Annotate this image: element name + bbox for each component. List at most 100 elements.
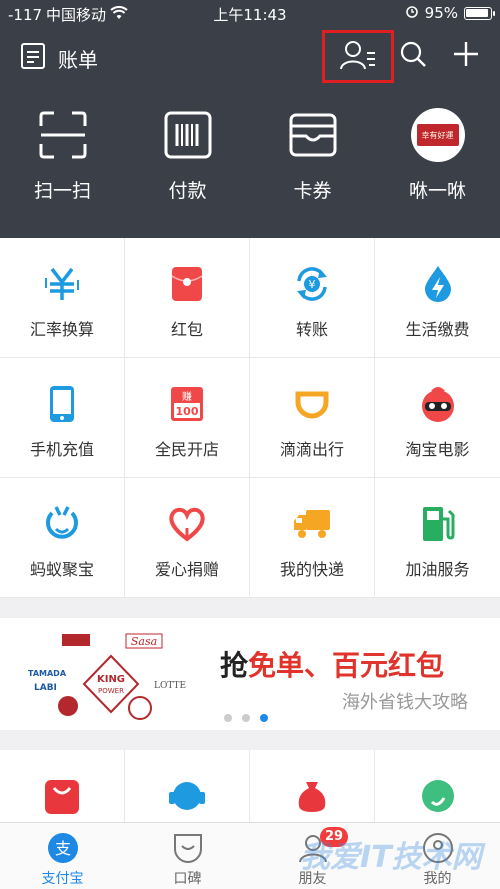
heart-icon — [167, 504, 207, 544]
quick-pay[interactable]: 付款 — [125, 108, 250, 203]
quick-cards-label: 卡券 — [293, 180, 332, 202]
grid-item-exchange[interactable]: 汇率换算 — [0, 238, 125, 358]
bill-label: 账单 — [58, 47, 98, 72]
didi-icon — [292, 384, 332, 424]
quick-pay-label: 付款 — [168, 180, 207, 202]
utility-drop-icon — [418, 264, 458, 304]
shop-100-icon: 赚 100 — [167, 384, 207, 424]
quick-scan-label: 扫一扫 — [33, 180, 91, 202]
grid-label: 爱心捐赠 — [154, 560, 219, 579]
grid-item-taobao-movie[interactable]: 淘宝电影 — [375, 358, 500, 478]
truck-icon — [292, 504, 332, 544]
contacts-button[interactable] — [322, 30, 394, 83]
grid-item-phone-topup[interactable]: 手机充值 — [0, 358, 125, 478]
battery-percent: 95% — [424, 4, 458, 22]
grid-label: 我的快递 — [279, 560, 344, 579]
grid-label: 全民开店 — [154, 440, 219, 459]
svg-text:POWER: POWER — [98, 687, 124, 695]
grid-item-ant-fortune[interactable]: 蚂蚁聚宝 — [0, 478, 125, 598]
ant-fortune-icon — [42, 504, 82, 544]
top-header: 账单 扫一扫 付款 卡券 幸有好運 咻一咻 — [0, 28, 500, 238]
brand-logos: Sasa KING POWER TAMADA LABI LOTTE — [26, 632, 196, 720]
contacts-icon — [339, 39, 377, 75]
grid-label: 滴滴出行 — [279, 440, 344, 459]
koubei-icon — [171, 831, 205, 865]
red-packet-icon — [167, 264, 207, 304]
grid-item-didi[interactable]: 滴滴出行 — [250, 358, 375, 478]
grid-item-charity[interactable]: 爱心捐赠 — [125, 478, 250, 598]
customer-service-icon — [167, 778, 207, 822]
status-right: 95% — [405, 4, 495, 22]
banner-title: 抢免单、百元红包 — [220, 644, 444, 684]
quick-actions: 扫一扫 付款 卡券 幸有好運 咻一咻 — [0, 108, 500, 203]
quick-cards[interactable]: 卡券 — [250, 108, 375, 203]
grid-item-transfer[interactable]: ¥ 转账 — [250, 238, 375, 358]
quick-scan[interactable]: 扫一扫 — [0, 108, 125, 203]
grid-item-partial[interactable] — [0, 750, 125, 822]
meiyi-logo-text: 幸有好運 — [416, 124, 459, 146]
search-button[interactable] — [397, 40, 429, 72]
alipay-icon: 支 — [46, 831, 80, 865]
carousel-dots[interactable] — [224, 714, 268, 722]
tab-koubei[interactable]: 口碑 — [125, 823, 250, 889]
search-icon — [399, 40, 427, 72]
grid-item-utilities[interactable]: 生活缴费 — [375, 238, 500, 358]
wallet-icon — [286, 108, 340, 162]
grid-label: 生活缴费 — [405, 320, 470, 339]
promo-banner[interactable]: Sasa KING POWER TAMADA LABI LOTTE 抢免单、百元… — [0, 618, 500, 730]
service-grid-partial-row — [0, 750, 500, 822]
tab-alipay[interactable]: 支 支付宝 — [0, 823, 125, 889]
grid-item-partial[interactable] — [250, 750, 375, 822]
transfer-icon: ¥ — [292, 264, 332, 304]
green-service-icon — [420, 778, 456, 822]
carousel-dot[interactable] — [242, 714, 250, 722]
carousel-dot[interactable] — [224, 714, 232, 722]
quick-xiu[interactable]: 幸有好運 咻一咻 — [375, 108, 500, 203]
shopping-bag-icon — [44, 778, 80, 822]
carousel-dot-active[interactable] — [260, 714, 268, 722]
alarm-icon — [405, 4, 419, 22]
brand-lotte: LOTTE — [154, 681, 186, 691]
tab-label: 口碑 — [173, 871, 202, 887]
grid-label: 手机充值 — [29, 440, 94, 459]
meiyi-logo-icon: 幸有好運 — [410, 108, 465, 162]
battery-icon — [464, 6, 495, 20]
grid-item-red-packet[interactable]: 红包 — [125, 238, 250, 358]
grid-item-fuel[interactable]: 加油服务 — [375, 478, 500, 598]
grid-label: 蚂蚁聚宝 — [29, 560, 94, 579]
grid-label: 加油服务 — [405, 560, 470, 579]
brand-labi: LABI — [34, 683, 57, 693]
watermark: 我爱IT技术网 — [300, 840, 482, 875]
grid-label: 淘宝电影 — [405, 440, 470, 459]
banner-title-prefix: 抢 — [220, 649, 249, 682]
shop-badge-bottom: 100 — [176, 405, 199, 418]
money-bag-icon — [294, 778, 330, 822]
grid-item-partial[interactable] — [375, 750, 500, 822]
plus-icon — [452, 40, 480, 72]
brand-sasa: Sasa — [131, 635, 157, 648]
status-bar: -117 中国移动 上午11:43 95% — [0, 0, 500, 28]
scan-icon — [36, 108, 90, 162]
shop-badge-top: 赚 — [182, 390, 192, 403]
banner-title-highlight: 免单、百元红包 — [248, 649, 445, 682]
barcode-icon — [161, 108, 215, 162]
banner-subtitle: 海外省钱大攻略 — [342, 692, 468, 713]
brand-tamada: TAMADA — [28, 669, 67, 678]
grid-item-open-shop[interactable]: 赚 100 全民开店 — [125, 358, 250, 478]
grid-item-express[interactable]: 我的快递 — [250, 478, 375, 598]
tab-label: 支付宝 — [41, 871, 84, 887]
service-grid: 汇率换算 红包 ¥ 转账 生活缴费 手机充值 赚 100 全民开店 滴滴出行 淘… — [0, 238, 500, 598]
movie-mascot-icon — [418, 384, 458, 424]
grid-label: 转账 — [295, 320, 328, 339]
grid-item-partial[interactable] — [125, 750, 250, 822]
svg-text:¥: ¥ — [309, 278, 316, 291]
yen-exchange-icon — [42, 264, 82, 304]
fuel-pump-icon — [418, 504, 458, 544]
quick-xiu-label: 咻一咻 — [408, 180, 466, 202]
add-button[interactable] — [448, 38, 484, 74]
grid-label: 红包 — [170, 320, 203, 339]
grid-label: 汇率换算 — [29, 320, 94, 339]
bill-button[interactable]: 账单 — [20, 42, 98, 74]
svg-text:支: 支 — [54, 839, 70, 858]
bill-icon — [20, 42, 46, 74]
